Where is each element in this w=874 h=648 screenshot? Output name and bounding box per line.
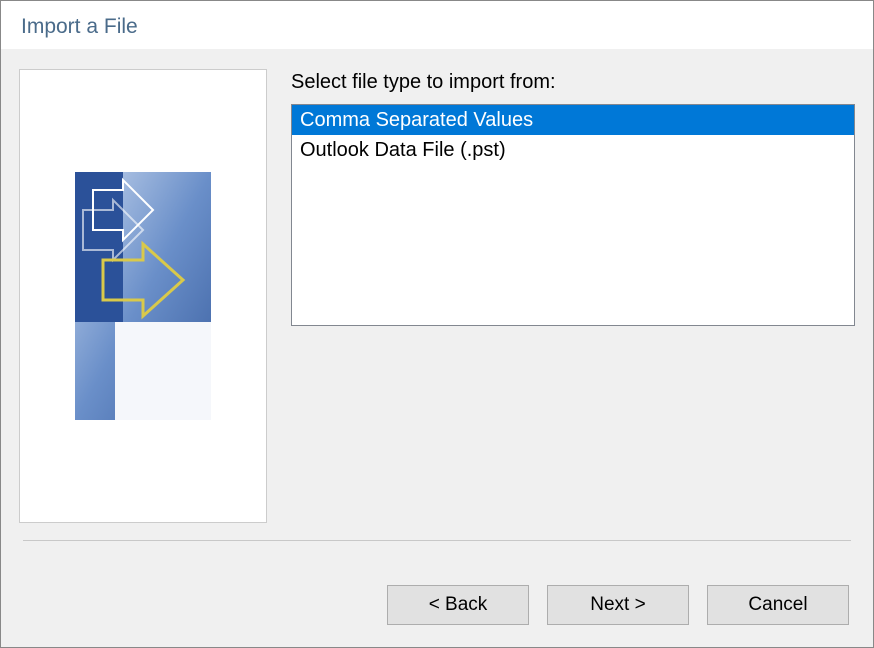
- dialog-title: Import a File: [1, 1, 873, 49]
- list-item-csv[interactable]: Comma Separated Values: [292, 105, 854, 135]
- separator-line: [23, 540, 851, 541]
- file-type-listbox[interactable]: Comma Separated Values Outlook Data File…: [291, 104, 855, 326]
- cancel-button[interactable]: Cancel: [707, 585, 849, 625]
- wizard-arrow-graphic: [75, 172, 211, 420]
- import-file-dialog: Import a File: [0, 0, 874, 648]
- file-type-label: Select file type to import from:: [291, 71, 855, 94]
- list-item-pst[interactable]: Outlook Data File (.pst): [292, 135, 854, 165]
- footer-area: < Back Next > Cancel: [1, 540, 873, 647]
- content-area: Select file type to import from: Comma S…: [1, 49, 873, 540]
- next-button[interactable]: Next >: [547, 585, 689, 625]
- wizard-image-panel: [19, 69, 267, 523]
- back-button[interactable]: < Back: [387, 585, 529, 625]
- right-panel: Select file type to import from: Comma S…: [291, 69, 855, 540]
